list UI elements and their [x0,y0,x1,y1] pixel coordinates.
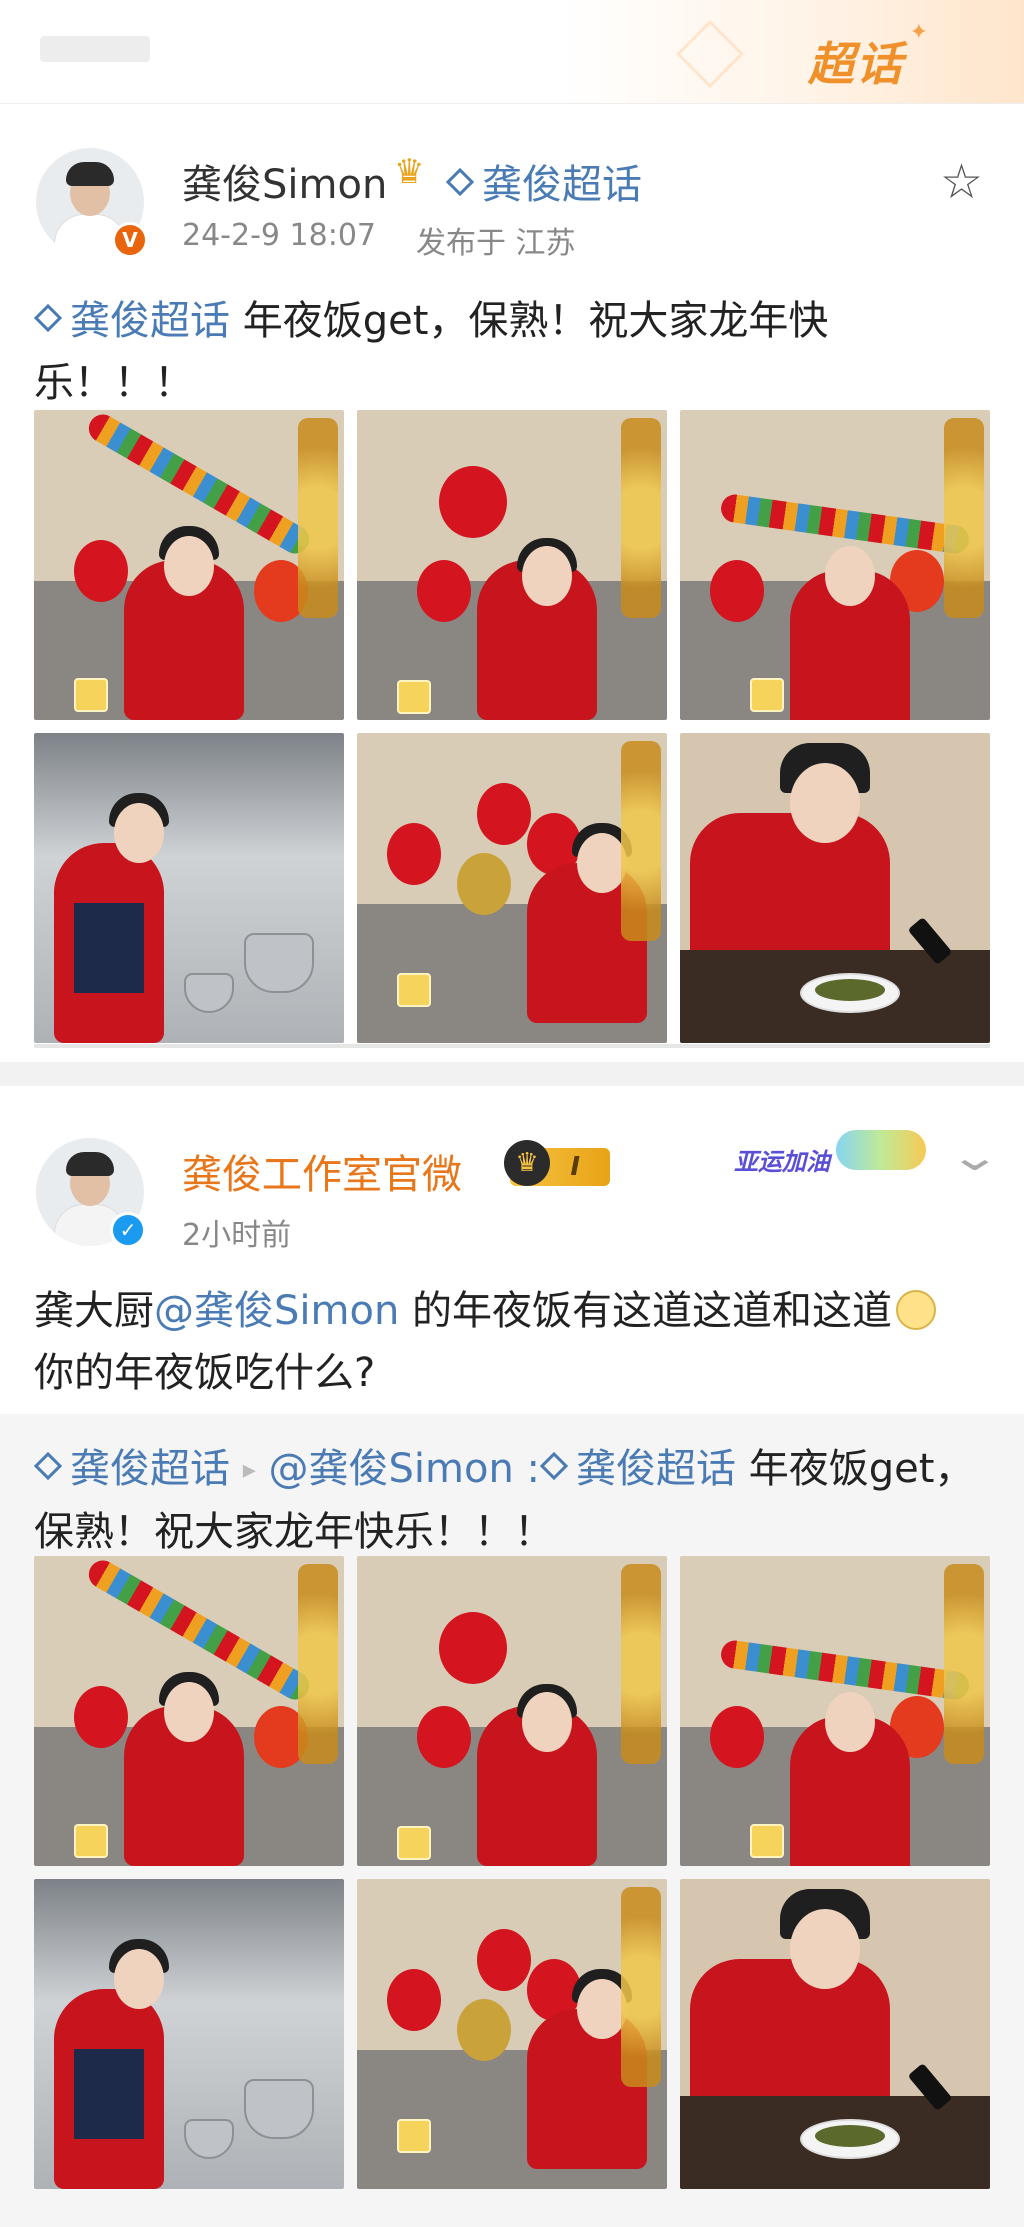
mention-link[interactable]: @龚俊Simon [154,1288,399,1334]
reposted-content[interactable]: 龚俊超话 ▸ @龚俊Simon : 龚俊超话 年夜饭get， 保熟！祝大家龙年快乐… [0,1414,1024,2227]
photo-thumbnail[interactable] [357,1556,667,1866]
topic-tag[interactable]: 龚俊超话 [539,1446,736,1492]
dizzy-emoji-icon [896,1290,937,1330]
photo-thumbnail[interactable] [357,733,667,1043]
repost-post: ✓ 龚俊工作室官微 ♛ I 亚运加油 ⌄ 2小时前 龚大厨@龚俊Simon 的年… [0,1086,1024,2227]
verified-badge: ✓ [110,1212,146,1248]
photo-grid [34,410,990,1043]
author-name[interactable]: 龚俊工作室官微 [182,1142,462,1200]
photo-thumbnail[interactable] [680,733,990,1043]
author-name[interactable]: 龚俊Simon [182,152,387,210]
crown-icon: ♛ [504,1140,550,1186]
mascot-icon [836,1130,926,1170]
chaohua-label[interactable]: 超话 [808,28,904,94]
triangle-arrow-icon: ▸ [242,1455,256,1485]
diamond-icon [33,1451,63,1481]
repost-text: 龚俊超话 ▸ @龚俊Simon : 龚俊超话 年夜饭get， 保熟！祝大家龙年快乐… [33,1446,975,1555]
photo-thumbnail[interactable] [34,1879,344,2189]
mention-link[interactable]: @龚俊Simon [269,1446,514,1492]
vip-badge[interactable]: ♛ I [504,1140,610,1186]
topic-tag[interactable]: 龚俊超话 [33,1446,230,1492]
photo-grid [34,1556,990,2189]
campaign-badge[interactable]: 亚运加油 [734,1142,830,1177]
photo-thumbnail[interactable] [357,1879,667,2189]
divider [34,1044,990,1048]
sparkle-icon: ✦ [909,20,928,45]
topic-tag[interactable]: 龚俊超话 [33,298,230,344]
diamond-decoration-icon [676,20,744,88]
post-separator [0,1062,1024,1086]
verified-badge: V [112,222,148,258]
diamond-icon [539,1451,569,1481]
top-banner: 超话 ✦ [0,0,1024,104]
photo-thumbnail[interactable] [680,1879,990,2189]
original-post: V 龚俊Simon ♛ 龚俊超话 24-2-9 18:07 发布于 江苏 ☆ 龚… [0,104,1024,1064]
post-time: 2小时前 [182,1218,292,1253]
diamond-icon [33,303,63,333]
post-timestamp: 24-2-9 18:07 [182,218,376,253]
blurred-title [40,36,150,62]
post-location: 发布于 江苏 [416,226,576,261]
photo-thumbnail[interactable] [34,410,344,720]
photo-thumbnail[interactable] [357,410,667,720]
photo-thumbnail[interactable] [34,1556,344,1866]
photo-thumbnail[interactable] [680,410,990,720]
post-text: 龚俊超话 年夜饭get，保熟！祝大家龙年快 乐！！！ [33,298,829,406]
diamond-icon [445,167,475,197]
star-icon[interactable]: ☆ [940,154,983,210]
crown-icon: ♛ [394,152,425,192]
post-text: 龚大厨@龚俊Simon 的年夜饭有这道这道和这道 你的年夜饭吃什么? [34,1280,994,1404]
photo-thumbnail[interactable] [34,733,344,1043]
chevron-down-icon[interactable]: ⌄ [948,1134,1002,1180]
topic-link[interactable]: 龚俊超话 [445,152,642,210]
photo-thumbnail[interactable] [680,1556,990,1866]
